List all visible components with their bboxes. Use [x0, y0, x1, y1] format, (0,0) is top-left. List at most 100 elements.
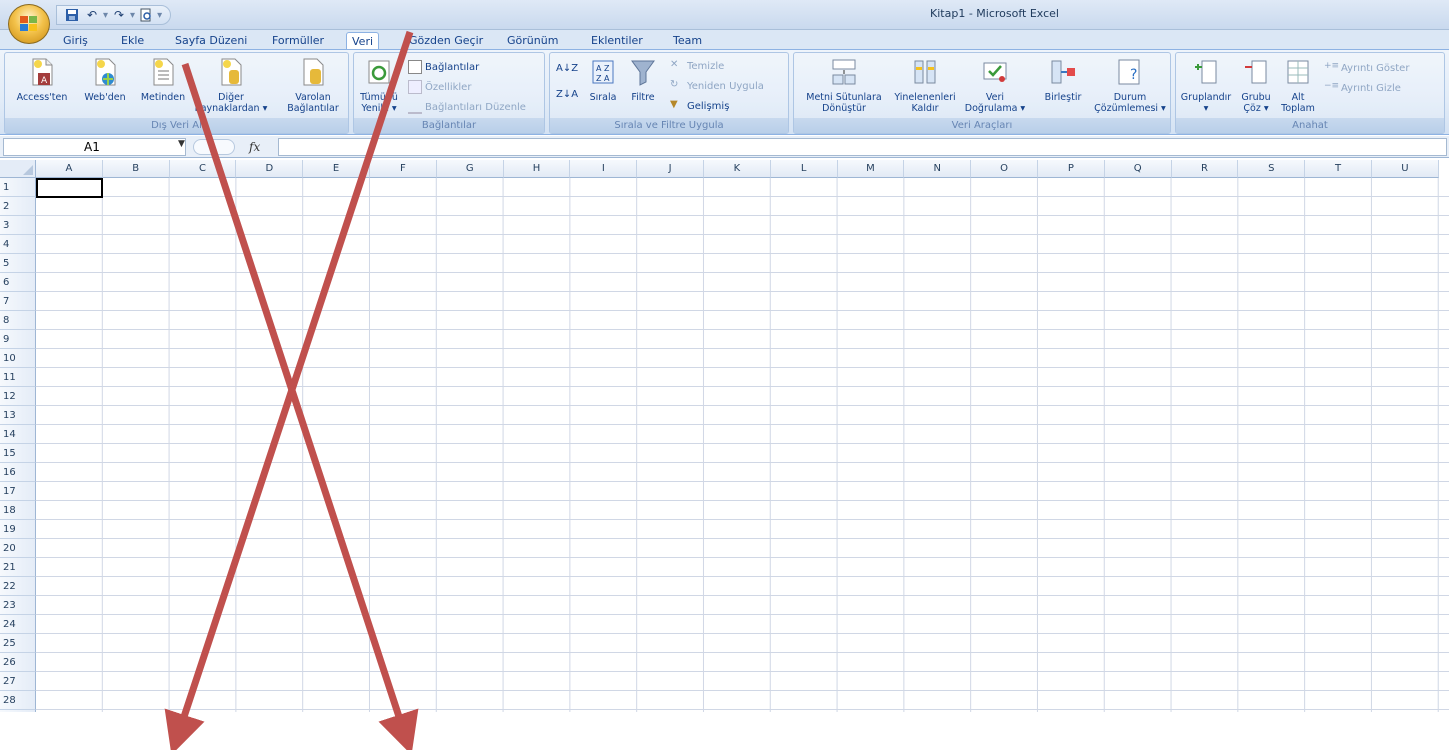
formula-input[interactable]: [278, 138, 1447, 156]
tab-team[interactable]: Team: [668, 32, 707, 50]
sort-z-a-button[interactable]: Z↓A: [556, 89, 578, 100]
column-header-m[interactable]: M: [837, 160, 905, 178]
row-header-27[interactable]: 27: [0, 672, 36, 691]
tab-data[interactable]: Veri: [346, 32, 380, 50]
from-text-button[interactable]: Metinden: [135, 57, 191, 103]
column-header-b[interactable]: B: [102, 160, 170, 178]
column-header-q[interactable]: Q: [1104, 160, 1172, 178]
row-header-21[interactable]: 21: [0, 558, 36, 577]
row-header-24[interactable]: 24: [0, 615, 36, 634]
column-header-i[interactable]: I: [570, 160, 638, 178]
text-to-columns-label-1: Metni Sütunlara: [806, 92, 882, 103]
column-header-r[interactable]: R: [1171, 160, 1239, 178]
sort-a-z-icon: A↓Z: [556, 63, 579, 74]
name-box-dropdown-icon[interactable]: ▼: [178, 139, 185, 149]
existing-connections-button[interactable]: Varolan Bağlantılar: [279, 57, 347, 114]
row-header-10[interactable]: 10: [0, 349, 36, 368]
what-if-label-1: Durum: [1113, 92, 1147, 103]
row-header-1[interactable]: 1: [0, 178, 36, 197]
edit-links-button[interactable]: Bağlantıları Düzenle: [408, 100, 526, 114]
row-header-14[interactable]: 14: [0, 425, 36, 444]
sort-a-z-button[interactable]: A↓Z: [556, 63, 578, 74]
row-header-26[interactable]: 26: [0, 653, 36, 672]
clear-button[interactable]: ✕ Temizle: [670, 59, 724, 73]
group-label: Gruplandır: [1180, 92, 1232, 103]
cell-area[interactable]: [36, 178, 1449, 720]
other-sources-button[interactable]: Diğer Kaynaklardan ▾: [191, 57, 271, 114]
column-header-t[interactable]: T: [1305, 160, 1372, 178]
row-header-11[interactable]: 11: [0, 368, 36, 387]
tab-home[interactable]: Giriş: [58, 32, 93, 50]
row-header-13[interactable]: 13: [0, 406, 36, 425]
insert-function-button[interactable]: fx: [249, 140, 260, 154]
show-detail-button[interactable]: +≡ Ayrıntı Göster: [1324, 61, 1409, 75]
column-header-o[interactable]: O: [971, 160, 1038, 178]
tab-addins[interactable]: Eklentiler: [586, 32, 648, 50]
column-header-f[interactable]: F: [370, 160, 437, 178]
sort-button[interactable]: A ZZ A Sırala: [586, 57, 620, 103]
row-header-2[interactable]: 2: [0, 197, 36, 216]
column-header-h[interactable]: H: [503, 160, 571, 178]
row-header-6[interactable]: 6: [0, 273, 36, 292]
row-header-23[interactable]: 23: [0, 596, 36, 615]
column-header-j[interactable]: J: [637, 160, 704, 178]
row-header-9[interactable]: 9: [0, 330, 36, 349]
column-header-s[interactable]: S: [1238, 160, 1306, 178]
column-header-p[interactable]: P: [1038, 160, 1105, 178]
row-header-20[interactable]: 20: [0, 539, 36, 558]
row-header-5[interactable]: 5: [0, 254, 36, 273]
name-box[interactable]: A1: [3, 138, 186, 156]
column-header-k[interactable]: K: [704, 160, 771, 178]
ungroup-button[interactable]: Grubu Çöz ▾: [1236, 57, 1276, 114]
consolidate-button[interactable]: Birleştir: [1036, 57, 1090, 103]
filter-button[interactable]: Filtre: [624, 57, 662, 103]
from-access-button[interactable]: A Access'ten: [7, 57, 77, 103]
refresh-all-button[interactable]: Tümünü Yenile ▾: [356, 57, 402, 114]
text-to-columns-label-2: Dönüştür: [822, 103, 866, 114]
data-validation-button[interactable]: Veri Doğrulama ▾: [958, 57, 1032, 114]
row-header-16[interactable]: 16: [0, 463, 36, 482]
column-header-c[interactable]: C: [169, 160, 237, 178]
row-header-15[interactable]: 15: [0, 444, 36, 463]
column-header-u[interactable]: U: [1372, 160, 1439, 178]
formula-cancel-enter-area[interactable]: [193, 139, 235, 155]
row-header-19[interactable]: 19: [0, 520, 36, 539]
row-header-12[interactable]: 12: [0, 387, 36, 406]
hide-detail-button[interactable]: −≡ Ayrıntı Gizle: [1324, 81, 1401, 95]
properties-button[interactable]: Özellikler: [408, 80, 471, 94]
text-to-columns-button[interactable]: Metni Sütunlara Dönüştür: [796, 57, 892, 114]
row-header-22[interactable]: 22: [0, 577, 36, 596]
select-all-button[interactable]: [0, 160, 36, 178]
column-header-g[interactable]: G: [436, 160, 504, 178]
remove-duplicates-button[interactable]: Yinelenenleri Kaldır: [892, 57, 958, 114]
data-validation-label-2: Doğrulama ▾: [964, 103, 1026, 114]
active-cell-a1[interactable]: [36, 178, 103, 198]
tab-review[interactable]: Gözden Geçir: [404, 32, 488, 50]
column-header-a[interactable]: A: [36, 160, 103, 178]
tab-formulas[interactable]: Formüller: [267, 32, 329, 50]
row-header-17[interactable]: 17: [0, 482, 36, 501]
group-button[interactable]: Gruplandır ▾: [1178, 57, 1234, 114]
group-sort-filter: A↓Z Z↓A A ZZ A Sırala Filtre ✕ Temizle ↻…: [549, 52, 789, 134]
office-button[interactable]: [8, 4, 50, 44]
column-header-l[interactable]: L: [770, 160, 838, 178]
column-header-n[interactable]: N: [904, 160, 972, 178]
row-header-25[interactable]: 25: [0, 634, 36, 653]
advanced-filter-button[interactable]: ▼ Gelişmiş: [670, 99, 729, 113]
what-if-analysis-button[interactable]: ? Durum Çözümlemesi ▾: [1090, 57, 1170, 114]
reapply-button[interactable]: ↻ Yeniden Uygula: [670, 79, 764, 93]
from-web-button[interactable]: Web'den: [75, 57, 135, 103]
column-header-d[interactable]: D: [236, 160, 304, 178]
connections-button[interactable]: Bağlantılar: [408, 60, 479, 74]
row-header-7[interactable]: 7: [0, 292, 36, 311]
row-header-28[interactable]: 28: [0, 691, 36, 710]
tab-page-layout[interactable]: Sayfa Düzeni: [170, 32, 252, 50]
column-header-e[interactable]: E: [303, 160, 370, 178]
subtotal-button[interactable]: Alt Toplam: [1276, 57, 1320, 114]
row-header-4[interactable]: 4: [0, 235, 36, 254]
tab-view[interactable]: Görünüm: [502, 32, 563, 50]
tab-insert[interactable]: Ekle: [116, 32, 149, 50]
row-header-18[interactable]: 18: [0, 501, 36, 520]
row-header-3[interactable]: 3: [0, 216, 36, 235]
row-header-8[interactable]: 8: [0, 311, 36, 330]
